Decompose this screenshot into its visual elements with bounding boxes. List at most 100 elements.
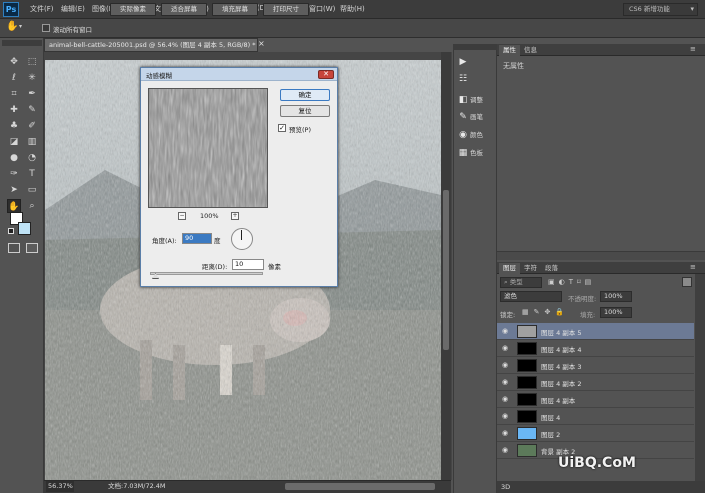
visibility-eye-icon[interactable]: ◉ (502, 361, 508, 369)
layer-filter-icons[interactable]: ▣◐T⌑▤ (548, 278, 595, 286)
dock-item-5[interactable]: ▦ 色板 (456, 146, 496, 161)
blur-preview[interactable] (148, 88, 268, 208)
toolbox-header[interactable] (2, 40, 42, 46)
layer-row[interactable]: ◉ 图层 2 (497, 425, 694, 442)
tab-layers[interactable]: 图层 (499, 263, 520, 274)
dialog-close-button[interactable]: ✕ (318, 70, 334, 79)
layer-row[interactable]: ◉ 图层 4 副本 4 (497, 340, 694, 357)
dock-header[interactable] (453, 44, 497, 50)
dock-item-3[interactable]: ✎ 画笔 (456, 110, 496, 125)
actual-pixels-button[interactable]: 实际像素 (110, 3, 156, 16)
filter-toggle[interactable] (682, 277, 692, 287)
lock-label: 锁定: (500, 311, 516, 319)
angle-label: 角度(A): (152, 237, 177, 245)
dock-item-2[interactable]: ◧ 调整 (456, 93, 496, 108)
workspace-select[interactable]: CS6 新增功能 (623, 3, 698, 16)
brush-tool-icon[interactable]: ✎ (25, 103, 39, 117)
tab-info[interactable]: 信息 (520, 45, 541, 56)
blend-mode-select[interactable]: 滤色 (500, 291, 562, 302)
tab-character[interactable]: 字符 (520, 263, 541, 274)
zoom-tool-icon[interactable]: ⌕ (25, 199, 39, 213)
preview-checkbox[interactable]: ✓ (278, 124, 286, 132)
magic-wand-icon[interactable]: ✳ (25, 71, 39, 85)
color-icon: ◉ (459, 130, 467, 140)
blur-tool-icon[interactable]: ● (7, 151, 21, 165)
layer-row[interactable]: ◉ 图层 4 副本 2 (497, 374, 694, 391)
dock-item-1[interactable]: ☷ (456, 72, 496, 87)
visibility-eye-icon[interactable]: ◉ (502, 327, 508, 335)
tool-preset-chevron-icon[interactable]: ▾ (19, 23, 22, 30)
distance-slider[interactable] (150, 272, 263, 275)
fit-screen-button[interactable]: 适合屏幕 (161, 3, 207, 16)
opacity-input[interactable]: 100% (600, 291, 632, 302)
background-color-swatch[interactable] (18, 222, 31, 235)
ok-button[interactable]: 确定 (280, 89, 330, 101)
panel-menu-icon[interactable]: ≡ (690, 45, 696, 53)
dock-item-0[interactable]: ▶ (456, 55, 496, 70)
lasso-tool-icon[interactable]: ℓ (7, 71, 21, 85)
visibility-eye-icon[interactable]: ◉ (502, 378, 508, 386)
properties-panel (497, 44, 705, 260)
layer-filter-select[interactable]: ⌕ 类型 (500, 277, 542, 288)
document-tab[interactable]: animal-bell-cattle-205001.psd @ 56.4% (图… (44, 38, 258, 52)
zoom-out-button[interactable]: − (178, 212, 186, 220)
visibility-eye-icon[interactable]: ◉ (502, 429, 508, 437)
distance-unit: 像素 (268, 263, 281, 271)
layer-thumbnail (517, 325, 537, 338)
lock-icons[interactable]: ▦✎✥🔒 (522, 308, 569, 316)
quick-mask-icon[interactable] (8, 243, 20, 253)
angle-input[interactable]: 90 (182, 233, 212, 244)
crop-tool-icon[interactable]: ⌗ (7, 87, 21, 101)
layer-row[interactable]: ◉ 图层 4 副本 5 (497, 323, 694, 340)
dock-item-label: 调整 (470, 96, 483, 104)
tab-properties[interactable]: 属性 (499, 45, 520, 56)
dodge-tool-icon[interactable]: ◔ (25, 151, 39, 165)
visibility-eye-icon[interactable]: ◉ (502, 395, 508, 403)
fill-input[interactable]: 100% (600, 307, 632, 318)
default-colors-icon[interactable] (8, 228, 14, 234)
hand-tool-icon[interactable]: ✋ (6, 21, 18, 32)
tab-paragraph[interactable]: 段落 (541, 263, 562, 274)
eraser-tool-icon[interactable]: ◪ (7, 135, 21, 149)
horizontal-scroll-thumb[interactable] (285, 483, 435, 490)
healing-brush-icon[interactable]: ✚ (7, 103, 21, 117)
layer-row[interactable]: ◉ 图层 4 (497, 408, 694, 425)
distance-input[interactable]: 10 (232, 259, 264, 270)
tab-3d[interactable]: 3D (497, 481, 705, 493)
layer-row[interactable]: ◉ 图层 4 副本 3 (497, 357, 694, 374)
document-tab-close-icon[interactable]: × (258, 39, 265, 48)
document-size-info: 文档:7.03M/72.4M (108, 482, 166, 490)
scroll-all-checkbox[interactable] (42, 24, 50, 32)
gradient-tool-icon[interactable]: ▥ (25, 135, 39, 149)
layer-row[interactable]: ◉ 图层 4 副本 (497, 391, 694, 408)
zoom-in-button[interactable]: + (231, 212, 239, 220)
marquee-tool-icon[interactable]: ⬚ (25, 55, 39, 69)
pen-tool-icon[interactable]: ✑ (7, 167, 21, 181)
zoom-level-field[interactable]: 56.37% (46, 481, 74, 492)
reset-button[interactable]: 复位 (280, 105, 330, 117)
visibility-eye-icon[interactable]: ◉ (502, 344, 508, 352)
visibility-eye-icon[interactable]: ◉ (502, 446, 508, 454)
properties-footer (497, 251, 705, 260)
screen-mode-icon[interactable] (26, 243, 38, 253)
history-brush-icon[interactable]: ✐ (25, 119, 39, 133)
shape-tool-icon[interactable]: ▭ (25, 183, 39, 197)
move-tool-icon[interactable]: ✥ (7, 55, 21, 69)
fill-screen-button[interactable]: 填充屏幕 (212, 3, 258, 16)
menu-item-10[interactable]: 帮助(H) (340, 4, 365, 14)
angle-dial[interactable] (231, 228, 253, 250)
layers-menu-icon[interactable]: ≡ (690, 263, 696, 271)
menu-item-9[interactable]: 窗口(W) (309, 4, 335, 14)
layers-scrollbar[interactable] (695, 274, 705, 493)
clone-stamp-icon[interactable]: ♣ (7, 119, 21, 133)
visibility-eye-icon[interactable]: ◉ (502, 412, 508, 420)
type-tool-icon[interactable]: T (25, 167, 39, 181)
menu-item-0[interactable]: 文件(F) (30, 4, 54, 14)
hand-tool-icon[interactable]: ✋ (7, 199, 21, 213)
print-size-button[interactable]: 打印尺寸 (263, 3, 309, 16)
vertical-scroll-thumb[interactable] (443, 190, 449, 350)
eyedropper-icon[interactable]: ✒ (25, 87, 39, 101)
path-select-icon[interactable]: ➤ (7, 183, 21, 197)
dock-item-4[interactable]: ◉ 颜色 (456, 128, 496, 143)
menu-item-1[interactable]: 编辑(E) (61, 4, 85, 14)
